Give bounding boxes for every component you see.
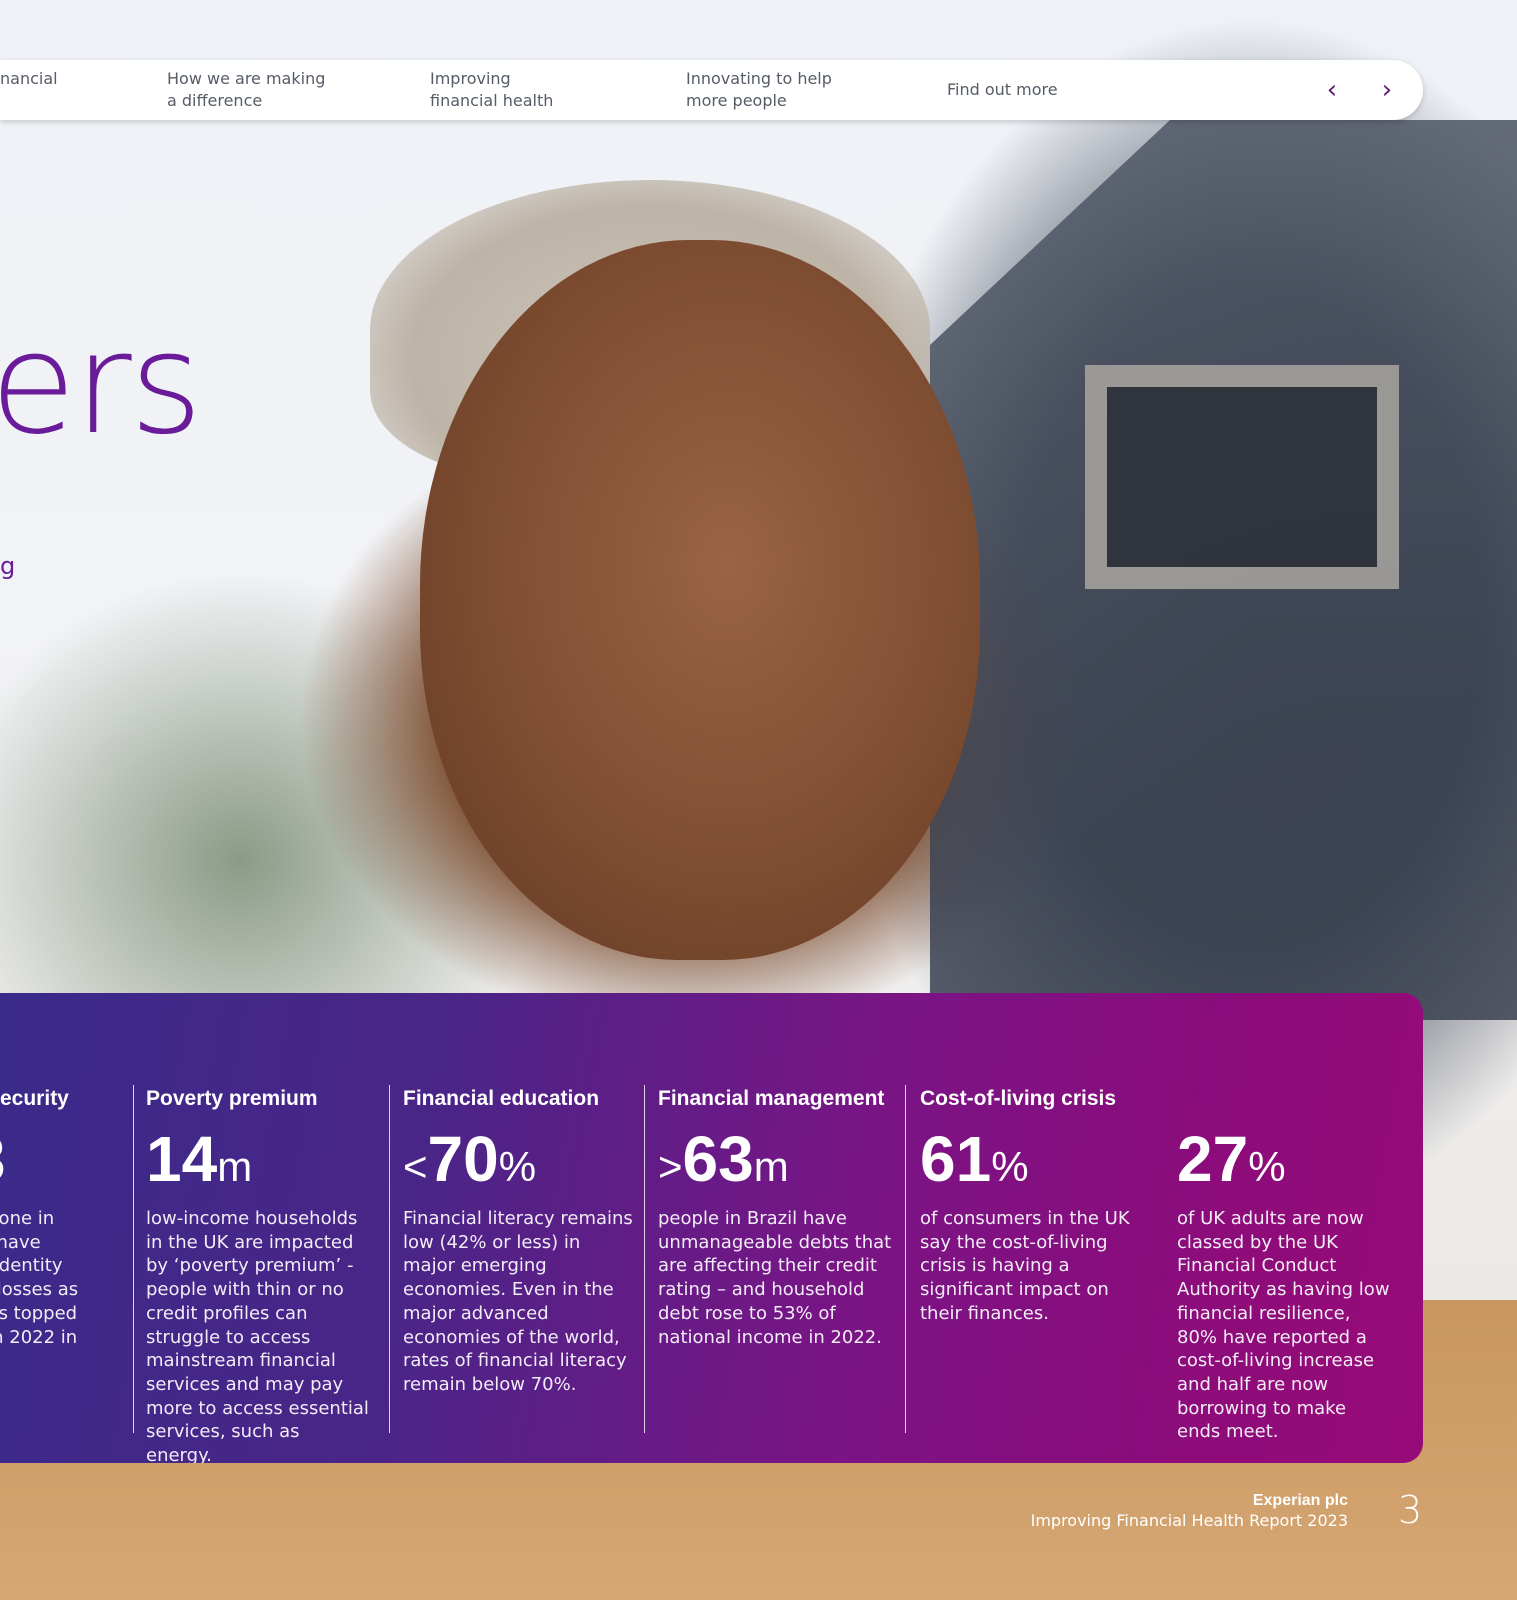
stat-label: Financial education	[403, 1087, 600, 1110]
stat-security: ecurity 3 nd one in ns have to identity …	[0, 1085, 130, 1373]
stat-financial-management: Financial management >63m people in Braz…	[658, 1085, 893, 1349]
stat-divider	[905, 1085, 906, 1433]
stat-divider	[389, 1085, 390, 1433]
footer-report-title: Improving Financial Health Report 2023	[1030, 1511, 1348, 1530]
stat-financial-education: Financial education <70% Financial liter…	[403, 1085, 633, 1397]
stat-divider	[133, 1085, 134, 1433]
stat-figure: 61%	[920, 1123, 1029, 1195]
stat-label: Cost-of-living crisis	[920, 1087, 1117, 1110]
nav-item-financial[interactable]: nancial	[0, 68, 58, 90]
footer-company-name: Experian plc	[1252, 1492, 1348, 1509]
stat-description: Financial literacy remains low (42% or l…	[403, 1208, 633, 1395]
chevron-left-icon[interactable]: ‹	[1316, 74, 1348, 106]
stat-figure: 14m	[146, 1123, 253, 1195]
stat-label: ecurity	[0, 1087, 69, 1110]
stat-description: nd one in ns have to identity ial losses…	[0, 1208, 79, 1348]
stat-label: Poverty premium	[146, 1087, 318, 1110]
stat-label: Financial management	[658, 1087, 885, 1110]
nav-item-making-difference[interactable]: How we are making a difference	[167, 68, 325, 112]
stat-figure: 27%	[1177, 1123, 1286, 1195]
stat-cost-of-living: Cost-of-living crisis 61% of consumers i…	[920, 1085, 1135, 1326]
stats-panel: ecurity 3 nd one in ns have to identity …	[0, 993, 1423, 1463]
section-navigation-bar: nancial How we are making a difference I…	[0, 60, 1423, 120]
stat-description: of UK adults are now classed by the UK F…	[1177, 1208, 1390, 1443]
stat-poverty-premium: Poverty premium 14m low-income household…	[146, 1085, 371, 1463]
stat-description: of consumers in the UK say the cost-of-l…	[920, 1208, 1130, 1324]
nav-item-innovating[interactable]: Innovating to help more people	[686, 68, 832, 112]
stat-figure: >63m	[658, 1123, 789, 1195]
woman-portrait	[420, 240, 980, 960]
chevron-right-icon[interactable]: ›	[1371, 74, 1403, 106]
stat-description: low-income households in the UK are impa…	[146, 1208, 369, 1463]
nav-item-find-out-more[interactable]: Find out more	[947, 79, 1058, 101]
page-subtitle: g	[0, 552, 16, 580]
stat-financial-resilience: 27% of UK adults are now classed by the …	[1177, 1085, 1392, 1444]
stat-figure: <70%	[403, 1123, 537, 1195]
stat-description: people in Brazil have unmanageable debts…	[658, 1208, 892, 1348]
stat-divider	[644, 1085, 645, 1433]
page-title: ers	[0, 303, 203, 466]
stat-label	[1177, 1085, 1392, 1113]
nav-item-improving-financial-health[interactable]: Improving financial health	[430, 68, 553, 112]
page-number: 3	[1398, 1488, 1423, 1532]
house-window	[1085, 365, 1399, 589]
stat-figure: 3	[0, 1127, 130, 1199]
